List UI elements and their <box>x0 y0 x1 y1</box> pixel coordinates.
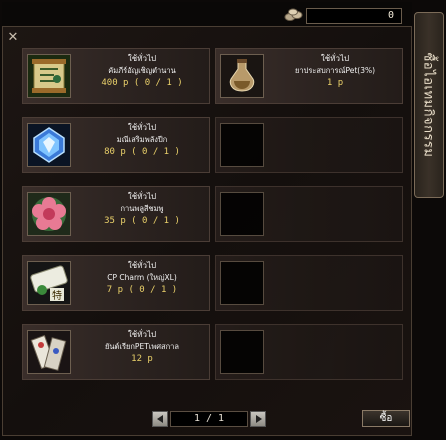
empty-item-slot <box>220 261 264 305</box>
item-name: ยันต์เรียกPETเพศสกาล <box>105 342 179 351</box>
item-category: ใช้ทั่วไป <box>127 54 157 63</box>
item-name: CP Charm (ใหญ่XL) <box>107 273 177 282</box>
item-category: ใช้ทั่วไป <box>127 330 157 339</box>
item-price: 12 p <box>131 354 153 364</box>
gem-icon <box>27 123 71 167</box>
empty-item-slot <box>220 192 264 236</box>
item-price: 80 p ( 0 / 1 ) <box>104 147 180 157</box>
item-name: คัมภีร์อัญเชิญตำนาน <box>108 66 176 75</box>
charm-icon: 特 <box>27 261 71 305</box>
empty-slot <box>215 324 403 380</box>
empty-item-slot <box>220 330 264 374</box>
page-indicator: 1 / 1 <box>170 411 248 427</box>
empty-slot <box>215 255 403 311</box>
shop-item-2[interactable]: ใช้ทั่วไป มณีเสริมพลังปีก 80 p ( 0 / 1 ) <box>22 117 210 173</box>
talisman-icon <box>27 330 71 374</box>
potion-icon <box>220 54 264 98</box>
shop-item-3[interactable]: ใช้ทั่วไป กานพลูสีชมพู 35 p ( 0 / 1 ) <box>22 186 210 242</box>
item-name: กานพลูสีชมพู <box>120 204 164 213</box>
tab-event-item-shop[interactable]: ซื้อไอเทมกิจกรรม <box>414 12 444 198</box>
item-category: ใช้ทั่วไป <box>320 54 350 63</box>
item-price: 1 p <box>326 78 344 88</box>
money-display: 0 <box>306 8 402 24</box>
next-page-button[interactable] <box>250 411 266 427</box>
item-name: ยาประสบการณ์Pet(3%) <box>294 66 376 75</box>
item-category: ใช้ทั่วไป <box>127 123 157 132</box>
shop-item-1[interactable]: ใช้ทั่วไป ยาประสบการณ์Pet(3%) 1 p <box>215 48 403 104</box>
empty-slot <box>215 117 403 173</box>
item-category: ใช้ทั่วไป <box>127 192 157 201</box>
empty-item-slot <box>220 123 264 167</box>
item-price: 7 p ( 0 / 1 ) <box>106 285 178 295</box>
shop-item-5[interactable]: ใช้ทั่วไป ยันต์เรียกPETเพศสกาล 12 p <box>22 324 210 380</box>
prev-page-button[interactable] <box>152 411 168 427</box>
svg-text:特: 特 <box>52 290 62 302</box>
buy-button[interactable]: ซื้อ <box>362 410 410 427</box>
shop-item-4[interactable]: 特 ใช้ทั่วไป CP Charm (ใหญ่XL) 7 p ( 0 / … <box>22 255 210 311</box>
flower-icon <box>27 192 71 236</box>
item-price: 400 p ( 0 / 1 ) <box>101 78 183 88</box>
coin-pile-icon <box>284 7 304 21</box>
shop-item-0[interactable]: ใช้ทั่วไป คัมภีร์อัญเชิญตำนาน 400 p ( 0 … <box>22 48 210 104</box>
close-button[interactable]: ✕ <box>7 31 19 44</box>
item-price: 35 p ( 0 / 1 ) <box>104 216 180 226</box>
empty-slot <box>215 186 403 242</box>
scroll-icon <box>27 54 71 98</box>
item-category: ใช้ทั่วไป <box>127 261 157 270</box>
item-name: มณีเสริมพลังปีก <box>116 135 168 144</box>
side-tab-label: ซื้อไอเทมกิจกรรม <box>420 52 436 158</box>
